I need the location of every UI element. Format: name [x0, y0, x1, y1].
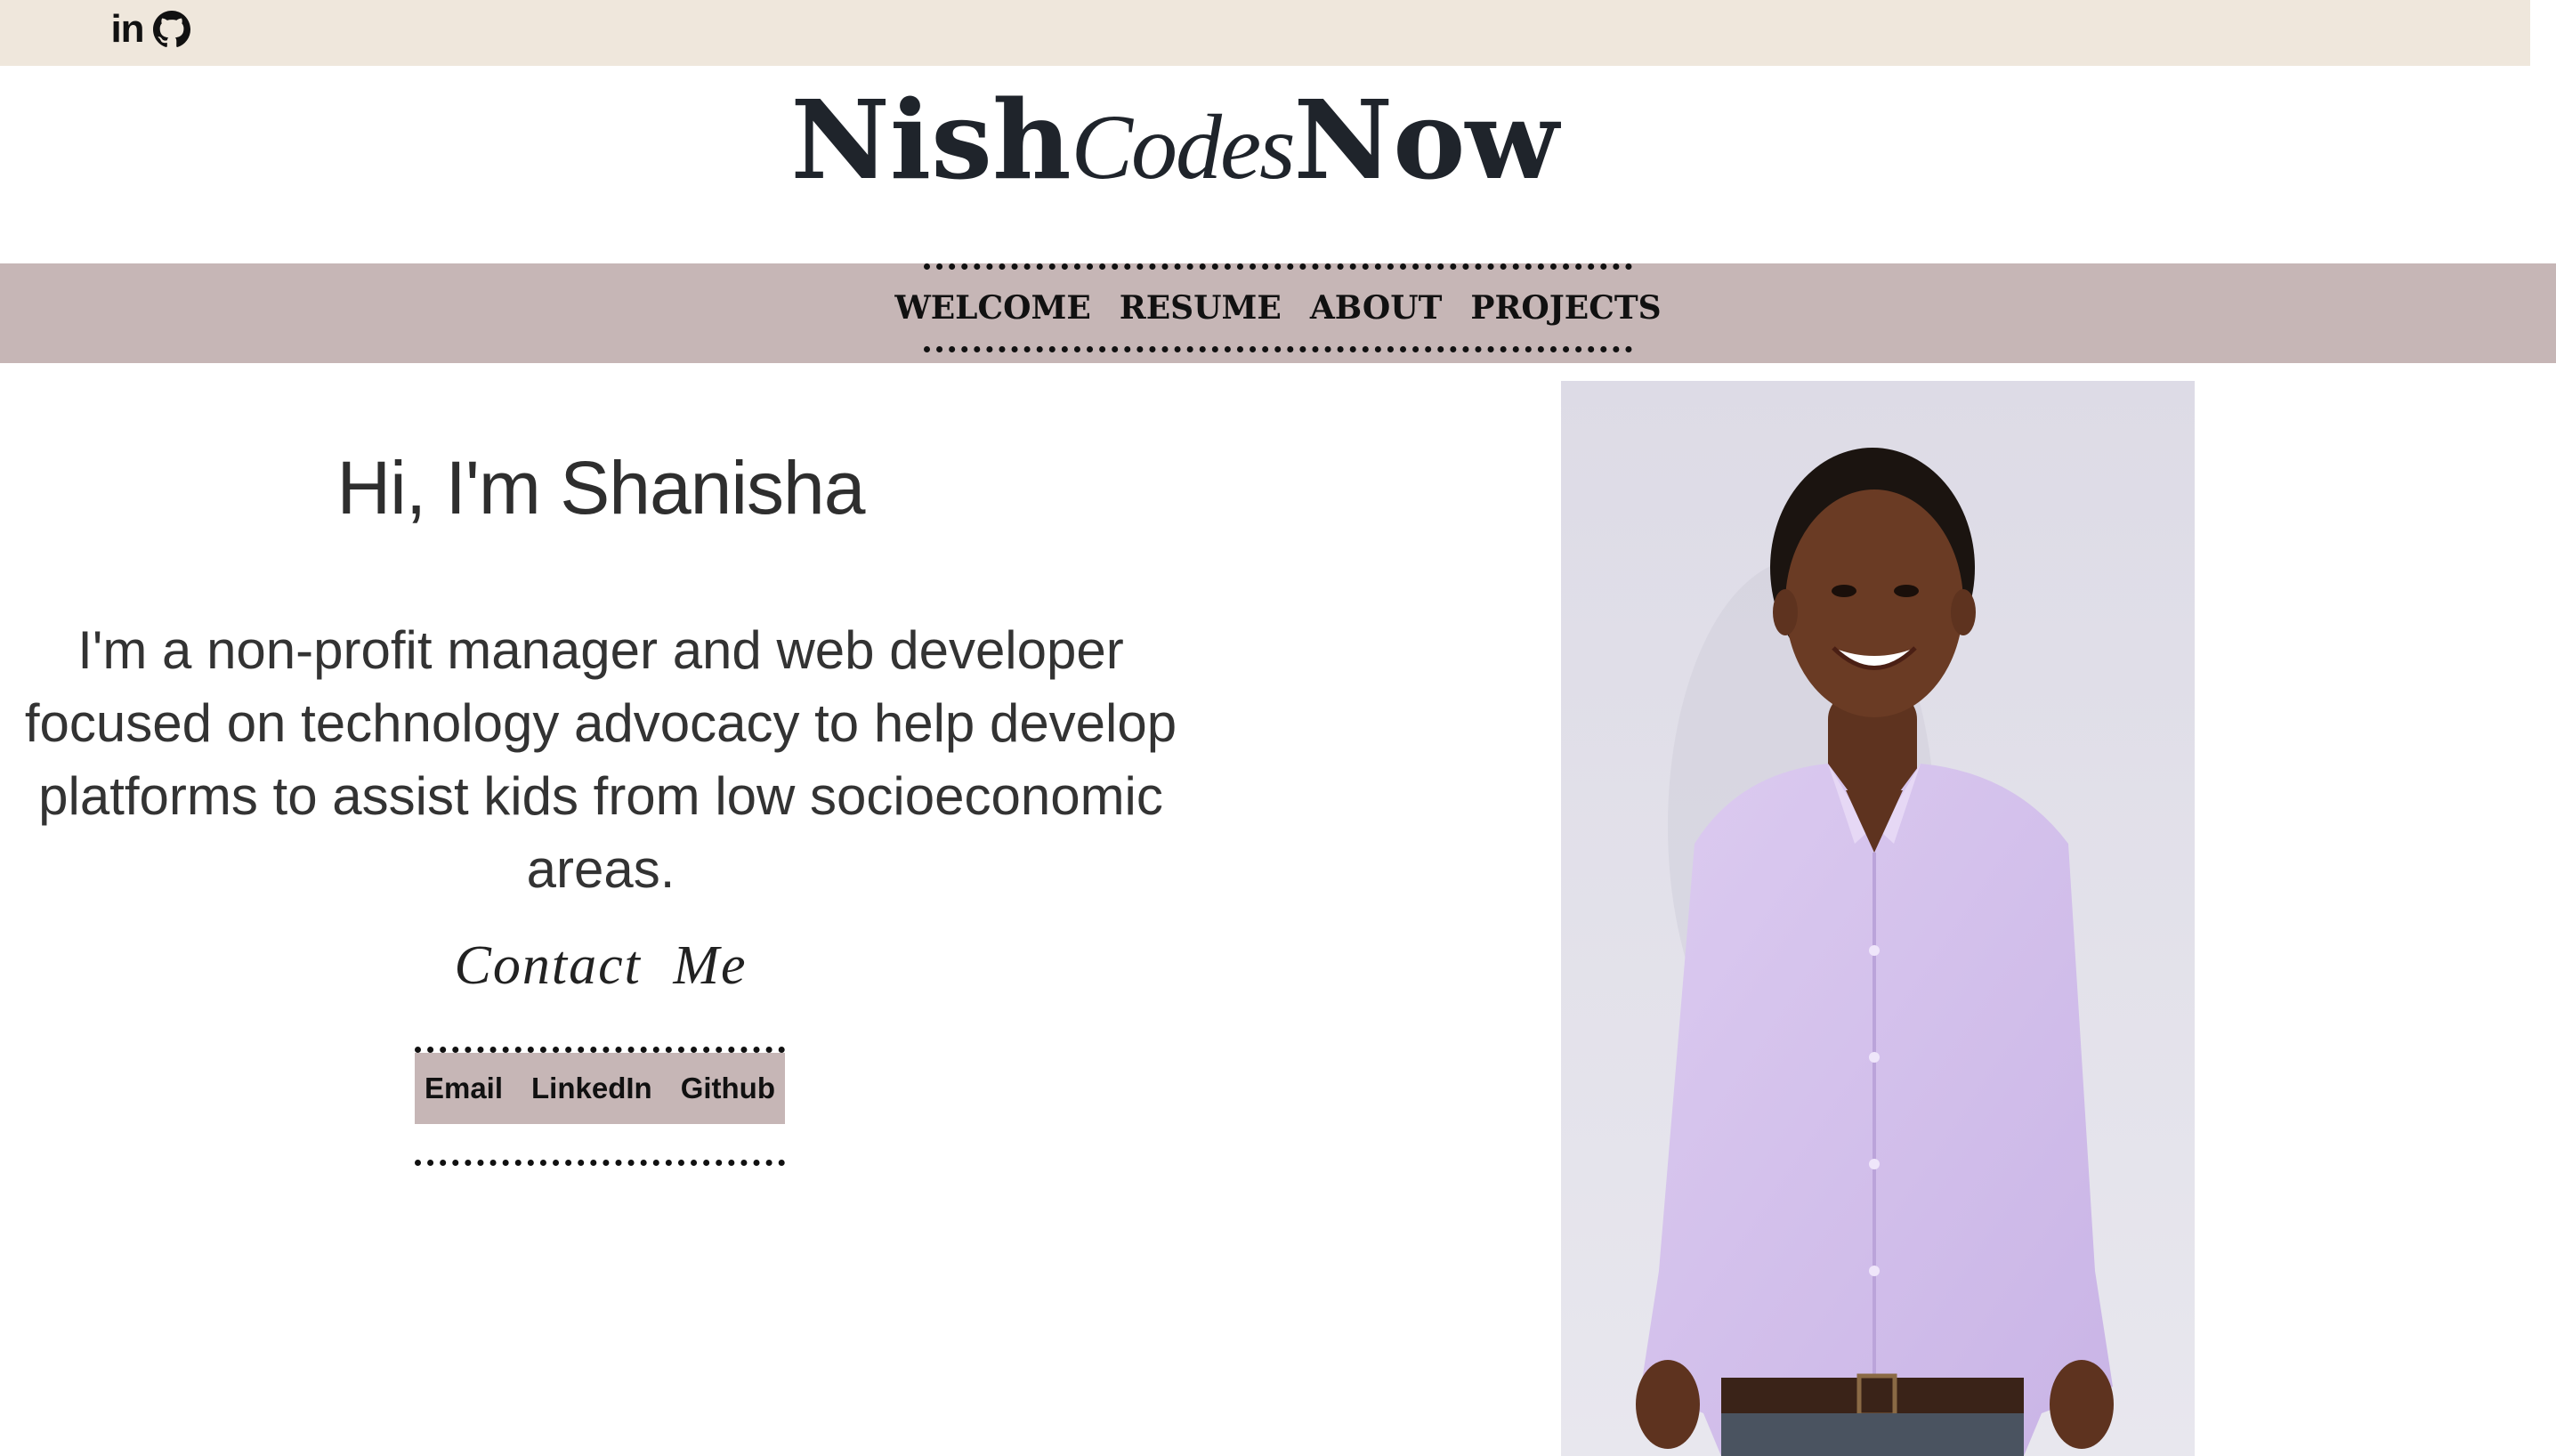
contact-title: Contact Me: [454, 935, 748, 996]
contact-email-link[interactable]: Email: [425, 1072, 503, 1105]
hero-bio: I'm a non-profit manager and web develop…: [24, 620, 1177, 899]
social-bar: in: [0, 0, 2530, 66]
logo-part-codes: Codes: [1071, 96, 1296, 198]
profile-photo-illustration: [1561, 381, 2195, 1456]
nav-about[interactable]: ABOUT: [1310, 289, 1443, 327]
main-navbar: WELCOME RESUME ABOUT PROJECTS: [0, 263, 2556, 363]
site-logo[interactable]: NishCodesNow: [0, 75, 2350, 205]
logo-part-nish: Nish: [790, 76, 1072, 204]
nav-resume[interactable]: RESUME: [1120, 289, 1282, 327]
nav-welcome[interactable]: WELCOME: [894, 289, 1090, 327]
contact-links: Email LinkedIn Github: [415, 1053, 785, 1124]
linkedin-icon[interactable]: in: [107, 9, 148, 50]
main-nav: WELCOME RESUME ABOUT PROJECTS: [894, 263, 1662, 352]
hero-greeting: Hi, I'm Shanisha: [336, 446, 866, 530]
contact-github-link[interactable]: Github: [681, 1072, 775, 1105]
contact-links-box: Email LinkedIn Github: [415, 1047, 785, 1166]
hero-section: Hi, I'm Shanisha I'm a non-profit manage…: [0, 445, 1201, 899]
github-icon[interactable]: [151, 9, 192, 50]
profile-photo: [1561, 381, 2195, 1456]
nav-projects[interactable]: PROJECTS: [1470, 289, 1661, 327]
contact-linkedin-link[interactable]: LinkedIn: [531, 1072, 652, 1105]
logo-part-now: Now: [1293, 76, 1559, 204]
social-links: in: [107, 9, 192, 50]
